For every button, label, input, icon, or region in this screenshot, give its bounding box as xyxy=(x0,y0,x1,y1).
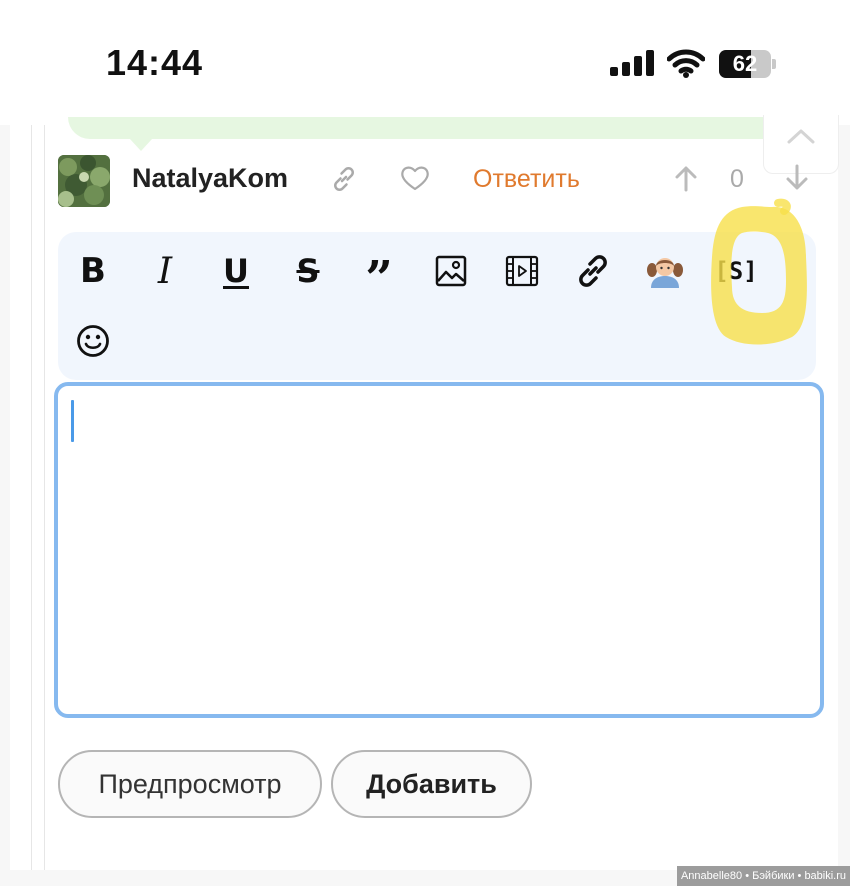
quote-icon: ” xyxy=(365,251,393,307)
bold-button[interactable]: B xyxy=(68,246,118,296)
link-button[interactable] xyxy=(568,246,618,296)
text-cursor xyxy=(71,400,74,442)
preview-button[interactable]: Предпросмотр xyxy=(58,750,322,818)
cellular-signal-icon xyxy=(610,50,654,76)
formatting-toolbar: B I U S ” [S] xyxy=(58,232,816,380)
avatar[interactable] xyxy=(58,155,110,207)
italic-icon: I xyxy=(157,250,173,292)
heart-icon[interactable] xyxy=(399,164,431,192)
image-icon xyxy=(435,255,467,287)
image-button[interactable] xyxy=(426,246,476,296)
username[interactable]: NatalyaKom xyxy=(132,163,288,194)
italic-button[interactable]: I xyxy=(140,246,190,296)
battery-level: 62 xyxy=(732,51,758,76)
emoji-button[interactable] xyxy=(68,316,118,366)
strikethrough-button[interactable]: S xyxy=(283,246,333,296)
mention-user-button[interactable] xyxy=(640,246,690,296)
arrow-up-icon[interactable] xyxy=(673,164,699,192)
link-icon[interactable] xyxy=(330,165,358,193)
watermark: Annabelle80 • Бэйбики • babiki.ru xyxy=(677,866,850,886)
battery-icon: 62 xyxy=(719,50,776,78)
reply-link[interactable]: Ответить xyxy=(473,165,580,194)
arrow-down-icon[interactable] xyxy=(784,164,810,192)
link-icon xyxy=(579,255,607,287)
vote-count: 0 xyxy=(730,165,744,193)
comment-textarea[interactable] xyxy=(54,382,824,718)
girl-avatar-icon xyxy=(647,258,683,288)
previous-comment-bubble xyxy=(68,117,788,139)
wifi-icon xyxy=(667,49,705,78)
bubble-tail xyxy=(130,139,152,151)
video-button[interactable] xyxy=(497,246,547,296)
spoiler-icon: [S] xyxy=(714,257,758,285)
spoiler-button[interactable]: [S] xyxy=(711,246,761,296)
quote-button[interactable]: ” xyxy=(354,246,404,303)
bold-icon: B xyxy=(80,251,106,291)
underline-button[interactable]: U xyxy=(211,246,261,296)
underline-icon: U xyxy=(223,252,249,290)
video-icon xyxy=(505,255,539,287)
chevron-up-icon[interactable] xyxy=(786,127,816,145)
smiley-icon xyxy=(77,325,109,357)
thread-line xyxy=(44,125,45,870)
status-bar: 14:44 62 xyxy=(0,0,850,125)
add-comment-button[interactable]: Добавить xyxy=(331,750,532,818)
status-time: 14:44 xyxy=(106,42,204,83)
thread-line xyxy=(31,125,32,870)
strikethrough-icon: S xyxy=(296,252,320,290)
